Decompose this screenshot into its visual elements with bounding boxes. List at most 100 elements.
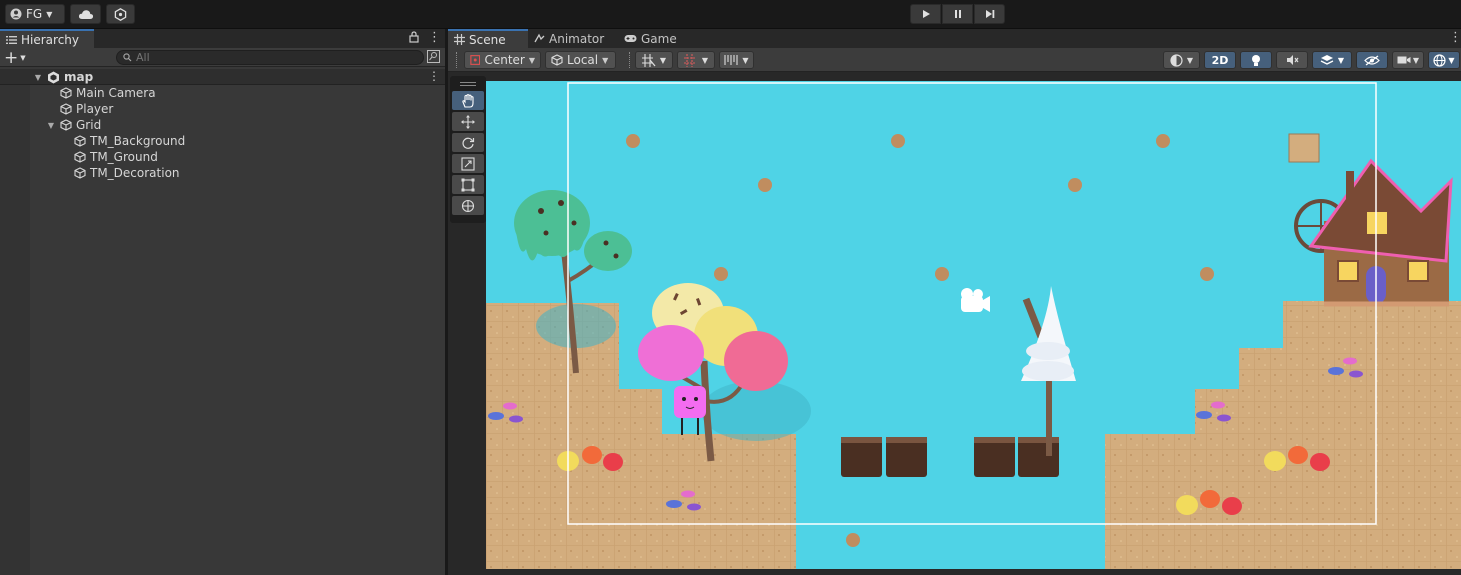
chevron-down-icon: ▼ [1448,55,1455,65]
scale-icon [461,156,475,171]
2d-toggle-button[interactable]: 2D [1204,51,1236,69]
scene-more-menu-icon[interactable]: ⋮ [1449,30,1461,45]
pause-icon [954,10,961,18]
rotate-icon [462,137,475,149]
scene-name: map [64,70,94,84]
chevron-down-icon: ▼ [46,9,53,19]
transform-tool[interactable] [452,196,484,215]
effects-dropdown[interactable]: ▼ [1312,51,1352,69]
tab-animator[interactable]: Animator [528,29,618,48]
gameobject-cube-icon [60,119,72,131]
caret-down-icon[interactable]: ▼ [33,73,43,82]
pause-button[interactable] [942,4,973,24]
list-icon [6,35,17,44]
chevron-down-icon: ▼ [701,55,709,65]
pivot-space-label: Local [567,53,599,67]
hand-tool[interactable] [452,91,484,110]
tab-hierarchy-label: Hierarchy [21,32,80,47]
rotate-tool[interactable] [452,133,484,152]
scene-panel: Scene Animator Game ⋮ Center ▼ Local ▼ ▼ [448,29,1461,575]
hierarchy-search[interactable] [116,50,424,65]
draw-mode-dropdown[interactable]: ▼ [1163,51,1200,69]
audio-mute-icon [1286,55,1298,65]
chevron-down-icon: ▼ [1412,55,1420,65]
layers-icon [1320,55,1334,65]
rect-tool[interactable] [452,175,484,194]
plus-icon: + [4,47,19,68]
hierarchy-item-label: Player [76,102,114,116]
hierarchy-item[interactable]: TM_Ground [60,149,158,165]
pivot-center-icon [470,55,481,65]
hierarchy-gutter [0,69,30,575]
chevron-down-icon: ▼ [1186,55,1194,65]
gizmos-dropdown[interactable]: ▼ [1428,51,1460,69]
grid-snap-icon [641,53,656,67]
snap-grid-icon [683,53,695,67]
play-icon [922,10,930,18]
caret-down-icon[interactable]: ▼ [46,121,56,130]
ruler-icon [724,55,738,65]
pivot-mode-dropdown[interactable]: Center ▼ [464,51,541,69]
more-menu-icon[interactable]: ⋮ [428,30,441,45]
user-circle-icon [10,8,22,20]
hierarchy-item[interactable]: TM_Decoration [60,165,180,181]
tab-scene-label: Scene [469,32,506,47]
scale-tool[interactable] [452,154,484,173]
add-button[interactable]: + ▼ [4,48,26,67]
audio-toggle-button[interactable] [1276,51,1308,69]
move-icon [461,114,475,129]
hand-icon [462,93,474,108]
hierarchy-item-label: TM_Decoration [90,166,180,180]
lock-icon[interactable] [409,31,419,46]
lighting-toggle-button[interactable] [1240,51,1272,69]
play-button[interactable] [910,4,941,24]
camera-gizmo [961,288,990,312]
camera-icon [1397,56,1411,64]
step-button[interactable] [974,4,1005,24]
scene-viewport[interactable] [486,81,1461,569]
candy-house [1294,158,1453,307]
hierarchy-item[interactable]: TM_Background [60,133,185,149]
chevron-down-icon: ▼ [602,55,609,65]
scene-visibility-button[interactable] [1356,51,1388,69]
scene-more-icon[interactable]: ⋮ [428,69,440,83]
main-toolbar: FG ▼ [0,0,1461,29]
toolbar-grip-2 [629,52,631,68]
account-dropdown[interactable]: FG ▼ [5,4,65,24]
grid-snap-dropdown[interactable]: ▼ [635,51,673,69]
hierarchy-item[interactable]: ▼ Grid [46,117,101,133]
2d-label: 2D [1211,53,1229,67]
services-button[interactable] [106,4,135,24]
search-options-icon[interactable] [427,50,440,66]
hexagon-icon [114,7,127,21]
gamepad-icon [624,35,637,42]
snap-settings-dropdown[interactable]: ▼ [677,51,715,69]
hierarchy-item-label: TM_Ground [90,150,158,164]
rect-icon [461,178,475,191]
tab-game-label: Game [641,31,677,46]
hierarchy-item[interactable]: Player [46,101,113,117]
gameobject-cube-icon [74,151,86,163]
tab-game[interactable]: Game [618,29,684,48]
scene-tab-bar: Scene Animator Game ⋮ [448,29,1461,48]
increment-snap-dropdown[interactable]: ▼ [719,51,754,69]
camera-settings-dropdown[interactable]: ▼ [1392,51,1424,69]
hierarchy-item[interactable]: Main Camera [46,85,156,101]
tool-palette [450,76,486,223]
move-tool[interactable] [452,112,484,131]
search-input[interactable] [136,51,396,64]
scene-root-row[interactable]: ▼ map ⋮ [0,69,445,85]
cloud-button[interactable] [70,4,101,24]
chevron-down-icon: ▼ [528,55,535,65]
palette-grip[interactable] [452,79,484,89]
search-icon [123,53,132,62]
hierarchy-panel: Hierarchy ⋮ + ▼ ▼ map ⋮ Main Ca [0,29,445,575]
grid-icon [454,34,465,45]
scene-toolbar: Center ▼ Local ▼ ▼ ▼ ▼ ▼ 2D ▼ ▼ ▼ [448,48,1461,72]
tab-hierarchy[interactable]: Hierarchy [0,29,94,48]
hierarchy-tab-bar: Hierarchy ⋮ [0,29,445,48]
hierarchy-toolbar: + ▼ [0,48,445,67]
scene-root-content: ▼ map [33,69,93,85]
tab-scene[interactable]: Scene [448,29,528,48]
pivot-space-dropdown[interactable]: Local ▼ [545,51,616,69]
